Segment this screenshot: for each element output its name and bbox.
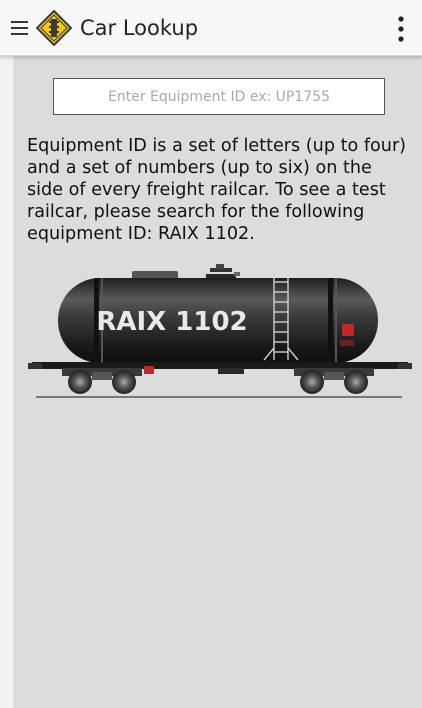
equipment-id-input[interactable] [54,79,384,114]
equipment-id-search[interactable] [53,78,385,115]
app-title: Car Lookup [80,16,199,40]
left-edge-strip [0,56,13,708]
equipment-id-instructions: Equipment ID is a set of letters (up to … [27,136,407,244]
wheel [112,370,136,394]
wheel [68,370,92,394]
railroad-crossing-diamond-icon [36,10,72,46]
hamburger-menu-icon[interactable] [11,20,28,36]
more-vertical-icon[interactable] [394,15,408,43]
dome-cover [132,271,178,279]
railcar-marking: RAIX 1102 [96,307,247,337]
underframe [32,362,408,369]
tank-railcar-illustration: RAIX 1102 [28,264,412,398]
app-bar: Car Lookup [0,0,422,56]
wheel [300,370,324,394]
rear-truck [62,368,142,394]
wheel [344,370,368,394]
hazard-placard [342,324,354,336]
front-truck [294,368,374,394]
rail-line [36,396,402,398]
